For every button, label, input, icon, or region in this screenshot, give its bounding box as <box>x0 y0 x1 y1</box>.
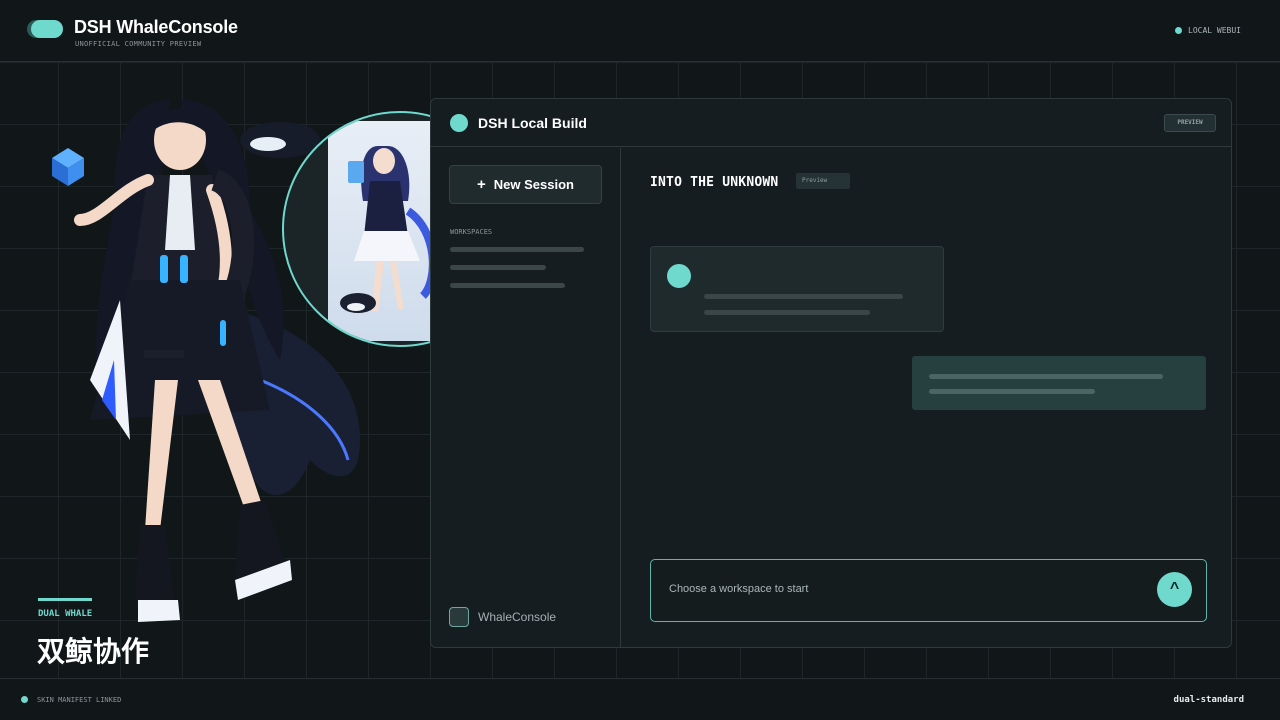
app-window: DSH Local Build PREVIEW + New Session WO… <box>430 98 1232 648</box>
caption-label: DUAL WHALE <box>38 609 93 619</box>
caption-title: 双鲸协作 <box>37 635 150 668</box>
window-header: DSH Local Build PREVIEW <box>431 99 1231 147</box>
brand-subtitle: UNOFFICIAL COMMUNITY PREVIEW <box>75 40 202 48</box>
sidebar-footer[interactable]: WhaleConsole <box>449 607 556 627</box>
bottom-bar: SKIN MANIFEST LINKED dual-standard <box>0 678 1280 720</box>
chat-title: INTO THE UNKNOWN <box>650 175 779 190</box>
new-session-label: New Session <box>493 177 574 192</box>
workspace-item-placeholder[interactable] <box>450 265 546 270</box>
assistant-message-placeholder <box>650 246 944 332</box>
status-dot-icon <box>21 696 28 703</box>
message-line-placeholder <box>704 310 870 315</box>
preview-badge: PREVIEW <box>1164 114 1216 132</box>
message-line-placeholder <box>704 294 903 299</box>
workspaces-heading: WORKSPACES <box>450 228 493 236</box>
composer-placeholder[interactable]: Choose a workspace to start <box>669 583 808 595</box>
message-composer[interactable]: Choose a workspace to start ^ <box>650 559 1207 622</box>
whale-logo-icon <box>31 20 63 38</box>
status-label: LOCAL WEBUI <box>1188 26 1241 35</box>
status-dot-icon <box>1175 27 1182 34</box>
assistant-avatar <box>667 264 691 288</box>
message-line-placeholder <box>929 374 1163 379</box>
window-title: DSH Local Build <box>478 115 587 131</box>
brand-title: DSH WhaleConsole <box>74 17 238 37</box>
skin-status-label: SKIN MANIFEST LINKED <box>37 696 122 704</box>
plus-icon: + <box>477 176 486 193</box>
workspace-item-placeholder[interactable] <box>450 283 565 288</box>
window-logo-icon <box>450 114 468 132</box>
caption-accent-line <box>38 598 92 601</box>
glowing-cube-icon <box>52 148 84 186</box>
send-arrow-icon: ^ <box>1169 580 1180 597</box>
chat-preview-badge: Preview <box>796 173 850 189</box>
skin-name-label: dual-standard <box>1173 695 1244 705</box>
workspace-item-placeholder[interactable] <box>450 247 584 252</box>
sidebar: + New Session WORKSPACES WhaleConsole <box>431 148 621 647</box>
new-session-button[interactable]: + New Session <box>449 165 602 204</box>
app-icon <box>449 607 469 627</box>
chat-main: INTO THE UNKNOWN Preview Choose a worksp… <box>622 148 1231 647</box>
user-message-placeholder <box>912 356 1206 410</box>
message-line-placeholder <box>929 389 1095 394</box>
sidebar-footer-label: WhaleConsole <box>478 610 557 624</box>
send-button[interactable]: ^ <box>1157 572 1192 607</box>
top-bar: DSH WhaleConsole UNOFFICIAL COMMUNITY PR… <box>0 0 1280 62</box>
